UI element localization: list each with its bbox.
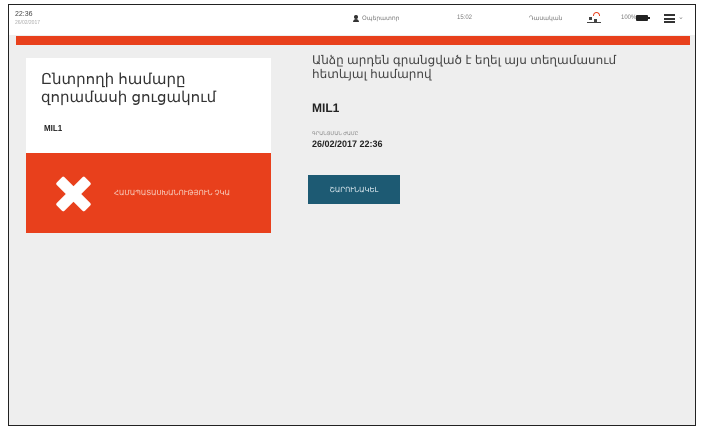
- clock-date: 26/02/2017: [15, 20, 41, 26]
- clock: 22:36 26/02/2017: [15, 11, 40, 27]
- menu-icon[interactable]: [664, 14, 675, 23]
- accent-bar: [16, 36, 690, 45]
- app-window: 22:36 26/02/2017 Օպերատոր 15:02 Դասական …: [8, 4, 696, 426]
- user-indicator[interactable]: Օպերատոր: [353, 15, 399, 22]
- registration-time-value: 26/02/2017 22:36: [312, 139, 383, 149]
- already-registered-message: Անձը արդեն գրանցված է եղել այս տեղամասու…: [312, 53, 617, 81]
- continue-button[interactable]: ՇԱՐՈՒՆԱԿԵԼ: [308, 175, 400, 204]
- user-label: Օպերատոր: [362, 16, 400, 22]
- chevron-down-icon[interactable]: ⌄: [678, 13, 684, 21]
- voter-number-card: Ընտրողի համարը զորամասի ցուցակում MIL1 Հ…: [26, 58, 271, 233]
- secondary-time: 15:02: [457, 15, 473, 21]
- mismatch-panel: ՀԱՄԱՊԱՏԱՍԽԱՆՈՒԹՅՈՒՆ ՉԿԱ: [26, 153, 271, 233]
- card-title: Ընտրողի համարը զորամասի ցուցակում: [41, 71, 217, 106]
- card-code: MIL1: [44, 124, 63, 133]
- registered-code: MIL1: [312, 101, 340, 115]
- battery-icon: [636, 15, 650, 21]
- status-bar: 22:36 26/02/2017 Օպերատոր 15:02 Դասական …: [9, 5, 695, 35]
- close-icon: [54, 174, 94, 214]
- mismatch-text: ՀԱՄԱՊԱՏԱՍԽԱՆՈՒԹՅՈՒՆ ՉԿԱ: [114, 190, 230, 197]
- mode-label: Դասական: [529, 16, 563, 22]
- registration-time-label: ԳՐԱՆՑՄԱՆ ԺԱՄԸ: [312, 131, 359, 137]
- battery-percent: 100%: [621, 15, 637, 21]
- network-icon: [587, 12, 601, 23]
- user-icon: [353, 15, 359, 22]
- clock-time: 22:36: [15, 11, 33, 18]
